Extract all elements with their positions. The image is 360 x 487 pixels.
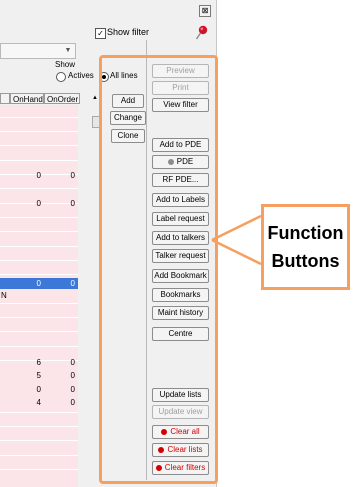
chevron-down-icon[interactable]: ▼: [63, 45, 73, 56]
callout-line-2: Buttons: [271, 251, 340, 271]
show-filter-checkbox[interactable]: ✓: [95, 28, 106, 39]
actives-radio[interactable]: [56, 72, 66, 82]
function-buttons-callout: Function Buttons: [261, 204, 350, 290]
onhand-cell: 0: [36, 171, 41, 180]
column-header-onhand[interactable]: OnHand: [10, 93, 44, 104]
row-divider: [0, 246, 78, 247]
row-divider: [0, 455, 78, 456]
row-divider: [0, 188, 78, 189]
onhand-cell: 0: [36, 385, 41, 394]
onorder-cell: 0: [70, 385, 75, 394]
onhand-cell: 5: [36, 371, 41, 380]
show-filter-label: Show filter: [107, 27, 150, 37]
row-divider: [0, 346, 78, 347]
row-divider: [0, 317, 78, 318]
data-grid[interactable]: [0, 105, 78, 487]
onhand-cell: 0: [36, 279, 41, 288]
onorder-cell: 0: [70, 279, 75, 288]
row-divider: [0, 117, 78, 118]
row-divider: [0, 217, 78, 218]
row-divider: [0, 331, 78, 332]
column-header[interactable]: [0, 93, 10, 104]
row-divider: [0, 426, 78, 427]
show-group-label: Show: [55, 60, 76, 69]
row-divider: [0, 469, 78, 470]
close-icon[interactable]: ⊠: [199, 5, 211, 17]
truncated-text: N: [1, 291, 7, 300]
onhand-cell: 4: [36, 398, 41, 407]
row-divider: [0, 412, 78, 413]
pushpin-icon[interactable]: [195, 25, 209, 41]
row-divider: [0, 260, 78, 261]
row-divider: [0, 131, 78, 132]
row-divider: [0, 231, 78, 232]
onorder-cell: 0: [70, 171, 75, 180]
onorder-cell: 0: [70, 199, 75, 208]
onorder-cell: 0: [70, 398, 75, 407]
function-buttons-highlight: [99, 55, 218, 484]
callout-pointer: [211, 214, 262, 266]
row-divider: [0, 274, 78, 275]
row-divider: [0, 160, 78, 161]
actives-label: Actives: [68, 71, 94, 80]
onhand-cell: 6: [36, 358, 41, 367]
row-divider: [0, 440, 78, 441]
onhand-cell: 0: [36, 199, 41, 208]
row-divider: [0, 145, 78, 146]
callout-line-1: Function: [267, 223, 344, 243]
scroll-up-icon[interactable]: ▲: [92, 95, 98, 101]
onorder-cell: 0: [70, 371, 75, 380]
column-header-onorder[interactable]: OnOrder: [44, 93, 80, 104]
onorder-cell: 0: [70, 358, 75, 367]
row-divider: [0, 303, 78, 304]
